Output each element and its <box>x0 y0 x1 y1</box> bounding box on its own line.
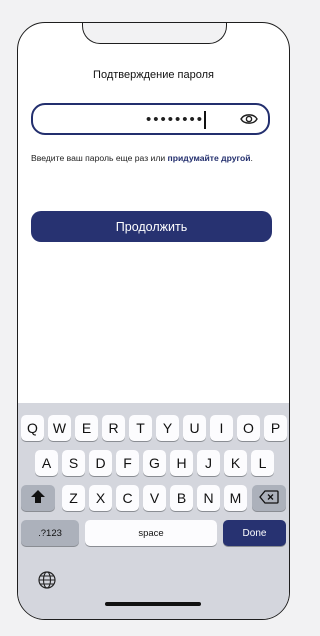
hint-period: . <box>250 153 253 163</box>
key-d[interactable]: D <box>89 450 112 476</box>
numbers-key[interactable]: .?123 <box>21 520 79 546</box>
home-indicator[interactable] <box>105 602 201 606</box>
key-w[interactable]: W <box>48 415 71 441</box>
key-n[interactable]: N <box>197 485 220 511</box>
key-m[interactable]: M <box>224 485 247 511</box>
key-r[interactable]: R <box>102 415 125 441</box>
key-q[interactable]: Q <box>21 415 44 441</box>
key-g[interactable]: G <box>143 450 166 476</box>
backspace-key[interactable] <box>252 485 286 511</box>
hint-text: Введите ваш пароль еще раз или <box>31 153 168 163</box>
key-x[interactable]: X <box>89 485 112 511</box>
key-f[interactable]: F <box>116 450 139 476</box>
key-z[interactable]: Z <box>62 485 85 511</box>
keyboard: Q W E R T Y U I O P A S D F G H J K L Z … <box>18 403 289 619</box>
backspace-icon <box>259 489 279 507</box>
key-k[interactable]: K <box>224 450 247 476</box>
key-o[interactable]: O <box>237 415 260 441</box>
eye-icon[interactable] <box>240 112 258 126</box>
key-i[interactable]: I <box>210 415 233 441</box>
space-key[interactable]: space <box>85 520 217 546</box>
password-mask: •••••••• <box>145 111 204 128</box>
notch <box>82 23 227 44</box>
shift-icon <box>30 489 46 507</box>
key-y[interactable]: Y <box>156 415 179 441</box>
key-a[interactable]: A <box>35 450 58 476</box>
done-key[interactable]: Done <box>223 520 286 546</box>
key-u[interactable]: U <box>183 415 206 441</box>
key-j[interactable]: J <box>197 450 220 476</box>
key-e[interactable]: E <box>75 415 98 441</box>
key-t[interactable]: T <box>129 415 152 441</box>
password-hint: Введите ваш пароль еще раз или придумайт… <box>31 152 273 165</box>
key-v[interactable]: V <box>143 485 166 511</box>
phone-frame: Подтверждение пароля •••••••• Введите ва… <box>17 22 290 620</box>
key-l[interactable]: L <box>251 450 274 476</box>
text-caret <box>204 111 206 129</box>
continue-button[interactable]: Продолжить <box>31 211 272 242</box>
globe-icon[interactable] <box>37 570 57 590</box>
create-another-link[interactable]: придумайте другой <box>168 153 251 163</box>
shift-key[interactable] <box>21 485 55 511</box>
key-c[interactable]: C <box>116 485 139 511</box>
key-b[interactable]: B <box>170 485 193 511</box>
page-title: Подтверждение пароля <box>93 69 214 81</box>
key-h[interactable]: H <box>170 450 193 476</box>
key-p[interactable]: P <box>264 415 287 441</box>
password-confirm-input[interactable]: •••••••• <box>31 103 270 135</box>
key-s[interactable]: S <box>62 450 85 476</box>
